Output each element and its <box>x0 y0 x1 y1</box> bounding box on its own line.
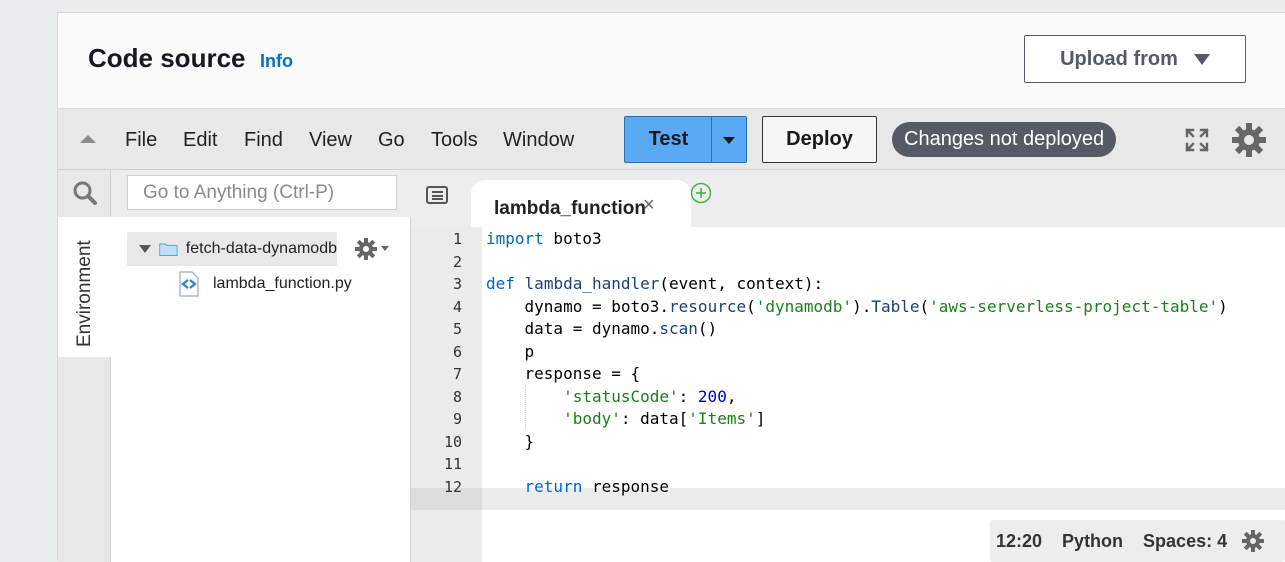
ide-menubar: File Edit Find View Go Tools Window Test… <box>58 108 1285 170</box>
file-tree-pane: fetch-data-dynamodb lambda <box>111 170 411 562</box>
menu-window[interactable]: Window <box>503 129 574 152</box>
code-area[interactable]: import boto3 def lambda_handler(event, c… <box>482 227 1285 562</box>
tree-file-label: lambda_function.py <box>213 275 352 292</box>
goto-bar <box>111 170 411 217</box>
code-line: import boto3 <box>486 229 602 248</box>
code-source-panel: Code source Info Upload from File Edit F… <box>57 12 1285 562</box>
folder-icon <box>159 243 178 256</box>
gear-icon[interactable] <box>354 237 378 261</box>
info-link[interactable]: Info <box>260 51 293 72</box>
code-line: 'statusCode': 200, <box>563 387 737 406</box>
line-number: 7 <box>452 365 462 383</box>
code-line: p <box>486 342 535 361</box>
deploy-label: Deploy <box>786 128 853 150</box>
search-icon[interactable] <box>72 180 98 206</box>
tree-file-row[interactable]: lambda_function.py <box>177 270 352 298</box>
language-mode[interactable]: Python <box>1062 531 1123 552</box>
goto-anything-input[interactable] <box>127 175 397 210</box>
editor-tabbar: lambda_function × <box>411 170 1285 227</box>
code-line: dynamo = boto3.resource('dynamodb').Tabl… <box>486 297 1228 316</box>
line-number: 1 <box>452 230 462 248</box>
tree-folder-row[interactable]: fetch-data-dynamodb <box>127 232 337 266</box>
test-dropdown-button[interactable] <box>711 116 747 163</box>
add-tab-icon[interactable] <box>690 182 712 204</box>
indent-setting[interactable]: Spaces: 4 <box>1143 531 1227 552</box>
code-line: 'body': data['Items'] <box>563 409 766 428</box>
line-number: 10 <box>443 433 462 451</box>
line-number: 6 <box>452 343 462 361</box>
line-number-gutter: 1 2 3 4 5 6 7 8 9 10 11 12 <box>411 227 482 562</box>
upload-from-label: Upload from <box>1060 47 1178 70</box>
cursor-position[interactable]: 12:20 <box>996 531 1042 552</box>
fullscreen-icon[interactable] <box>1184 127 1210 153</box>
caret-down-icon <box>1193 53 1210 65</box>
line-number: 12 <box>443 478 462 496</box>
editor-statusbar: 12:20 Python Spaces: 4 <box>990 520 1285 562</box>
test-button[interactable]: Test <box>624 116 712 163</box>
environment-tab-label: Environment <box>74 240 95 347</box>
line-number: 8 <box>452 388 462 406</box>
code-line: def lambda_handler(event, context): <box>486 274 824 293</box>
python-file-icon <box>179 271 199 297</box>
line-number: 3 <box>452 275 462 293</box>
status-badge: Changes not deployed <box>892 122 1117 157</box>
menu-edit[interactable]: Edit <box>183 129 217 152</box>
line-number: 11 <box>443 455 462 473</box>
gear-icon[interactable] <box>1241 529 1265 553</box>
line-number: 4 <box>452 298 462 316</box>
line-number: 9 <box>452 410 462 428</box>
tree-folder-label: fetch-data-dynamodb <box>185 240 337 257</box>
code-editor: lambda_function × 1 2 3 4 5 6 7 8 9 10 1… <box>411 170 1285 562</box>
code-line: } <box>486 432 535 451</box>
caret-down-icon <box>723 137 735 144</box>
settings-icon[interactable] <box>1230 121 1268 159</box>
close-icon[interactable]: × <box>643 194 655 217</box>
left-rail: Environment <box>58 170 111 562</box>
code-line: response = { <box>486 364 641 383</box>
collapse-icon[interactable] <box>80 135 96 143</box>
upload-from-button[interactable]: Upload from <box>1024 35 1246 83</box>
page-title: Code source <box>88 43 246 73</box>
menu-view[interactable]: View <box>309 129 352 152</box>
code-line: return response <box>524 477 670 496</box>
line-number: 5 <box>452 320 462 338</box>
menu-find[interactable]: Find <box>244 129 283 152</box>
tab-lambda-function[interactable]: lambda_function × <box>471 180 691 227</box>
tab-list-icon[interactable] <box>426 186 448 204</box>
environment-tab[interactable]: Environment <box>58 217 111 357</box>
test-label: Test <box>648 128 689 150</box>
panel-header: Code source Info Upload from <box>58 13 1285 108</box>
deploy-button[interactable]: Deploy <box>762 116 877 163</box>
menu-tools[interactable]: Tools <box>431 129 478 152</box>
menu-go[interactable]: Go <box>378 129 405 152</box>
caret-down-icon[interactable] <box>381 246 389 251</box>
chevron-down-icon[interactable] <box>139 245 151 253</box>
line-number: 2 <box>452 253 462 271</box>
code-line: data = dynamo.scan() <box>486 319 718 338</box>
tab-label: lambda_function <box>494 198 647 219</box>
menu-file[interactable]: File <box>125 129 157 152</box>
